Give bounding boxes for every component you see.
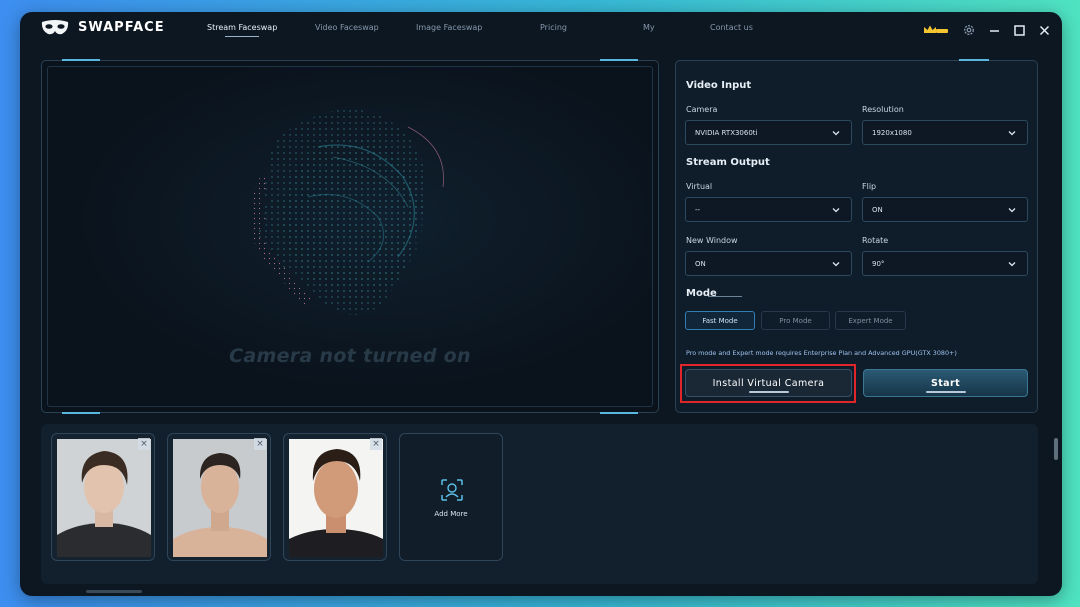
nav-tab-contact-us[interactable]: Contact us: [710, 23, 753, 32]
chevron-down-icon: [1008, 208, 1016, 213]
face-thumbnail-selected[interactable]: ×: [283, 433, 387, 561]
new-window-select-value: ON: [695, 259, 706, 268]
virtual-select[interactable]: --: [685, 197, 852, 222]
remove-face-icon[interactable]: ×: [138, 438, 150, 450]
video-input-title: Video Input: [686, 80, 752, 91]
resolution-select[interactable]: 1920x1080: [862, 120, 1028, 145]
mode-requirement-note: Pro mode and Expert mode requires Enterp…: [686, 349, 957, 357]
frame-accent: [959, 59, 989, 61]
rotate-select-value: 90°: [872, 259, 885, 268]
remove-face-icon[interactable]: ×: [254, 438, 266, 450]
app-window: SWAPFACE Stream Faceswap Video Faceswap …: [20, 12, 1062, 596]
face-photo: [173, 439, 267, 557]
minimize-icon[interactable]: [989, 21, 1000, 40]
chevron-down-icon: [1008, 262, 1016, 267]
rotate-label: Rotate: [862, 236, 889, 245]
frame-accent: [600, 59, 638, 61]
camera-preview: Camera not turned on: [41, 59, 659, 414]
nav-tab-video-faceswap[interactable]: Video Faceswap: [315, 23, 379, 32]
face-thumbnail[interactable]: ×: [167, 433, 271, 561]
virtual-label: Virtual: [686, 182, 713, 191]
add-more-label: Add More: [434, 510, 468, 518]
camera-status-text: Camera not turned on: [229, 345, 471, 367]
add-more-button[interactable]: Add More: [399, 433, 503, 561]
settings-panel: Video Input Camera Resolution NVIDIA RTX…: [675, 59, 1038, 413]
mode-expert-button[interactable]: Expert Mode: [835, 311, 906, 330]
chevron-down-icon: [832, 131, 840, 136]
camera-select[interactable]: NVIDIA RTX3060ti: [685, 120, 852, 145]
rotate-select[interactable]: 90°: [862, 251, 1028, 276]
title-bar: SWAPFACE Stream Faceswap Video Faceswap …: [20, 12, 1062, 46]
mode-title-underline: [708, 296, 742, 297]
app-name: SWAPFACE: [78, 20, 165, 35]
flip-label: Flip: [862, 182, 877, 191]
start-button-label: Start: [930, 377, 961, 389]
resolution-label: Resolution: [862, 105, 904, 114]
mode-title: Mode: [686, 288, 717, 299]
camera-select-value: NVIDIA RTX3060ti: [695, 128, 758, 137]
vertical-scrollbar[interactable]: [1054, 438, 1058, 460]
chevron-down-icon: [1008, 131, 1016, 136]
face-scan-icon: [441, 479, 463, 501]
flip-select-value: ON: [872, 205, 883, 214]
face-strip: × × × Add More: [41, 424, 1038, 584]
nav-tab-pricing[interactable]: Pricing: [540, 23, 567, 32]
frame-accent: [62, 59, 100, 61]
new-window-select[interactable]: ON: [685, 251, 852, 276]
start-button[interactable]: Start: [863, 369, 1028, 397]
face-thumbnail[interactable]: ×: [51, 433, 155, 561]
remove-face-icon[interactable]: ×: [370, 438, 382, 450]
camera-label: Camera: [686, 105, 718, 114]
crown-icon[interactable]: [923, 21, 949, 40]
mode-fast-button[interactable]: Fast Mode: [685, 311, 755, 330]
nav-tab-my[interactable]: My: [643, 23, 655, 32]
virtual-select-value: --: [695, 205, 701, 214]
app-logo: SWAPFACE: [40, 19, 165, 36]
horizontal-scrollbar[interactable]: [86, 590, 142, 593]
stream-output-title: Stream Output: [686, 157, 770, 168]
chevron-down-icon: [832, 208, 840, 213]
flip-select[interactable]: ON: [862, 197, 1028, 222]
nav-tab-image-faceswap[interactable]: Image Faceswap: [416, 23, 482, 32]
annotation-highlight-box: [680, 364, 856, 403]
frame-accent: [600, 412, 638, 414]
new-window-label: New Window: [686, 236, 738, 245]
resolution-select-value: 1920x1080: [872, 128, 912, 137]
button-accent: [925, 391, 966, 393]
frame-accent: [62, 412, 100, 414]
mask-logo-icon: [41, 20, 69, 35]
face-photo: [289, 439, 383, 557]
close-icon[interactable]: [1039, 21, 1050, 40]
nav-tab-stream-faceswap[interactable]: Stream Faceswap: [207, 23, 277, 37]
chevron-down-icon: [832, 262, 840, 267]
mode-pro-button[interactable]: Pro Mode: [761, 311, 830, 330]
preview-canvas: Camera not turned on: [47, 66, 653, 407]
maximize-icon[interactable]: [1014, 21, 1025, 40]
face-photo: [57, 439, 151, 557]
gear-icon[interactable]: [963, 21, 975, 40]
window-controls: [923, 21, 1050, 40]
